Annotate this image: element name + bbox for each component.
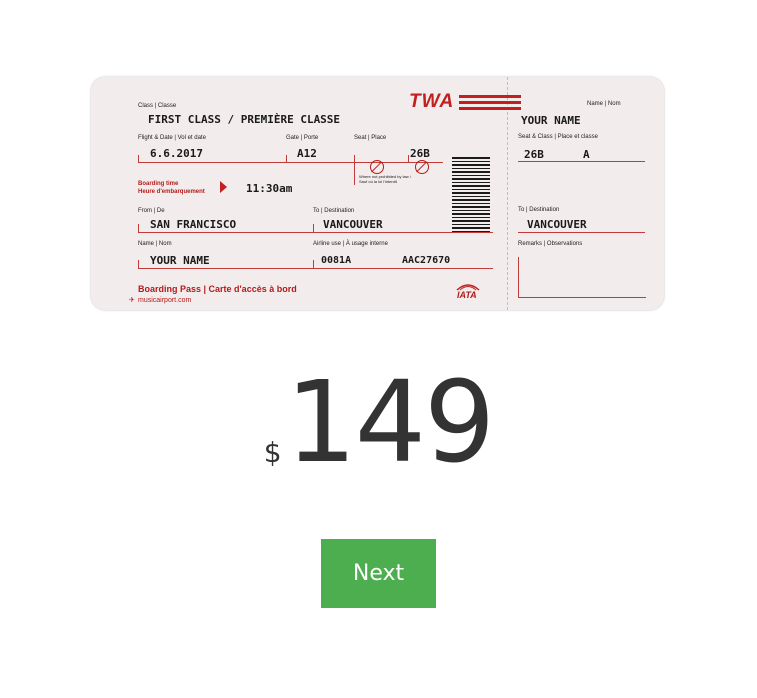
divider [313, 224, 314, 233]
divider [138, 260, 139, 269]
twa-logo: TWA [409, 91, 455, 112]
next-button[interactable]: Next [321, 539, 436, 608]
from-value: SAN FRANCISCO [150, 218, 237, 231]
airline-code-2: AAC27670 [402, 255, 451, 266]
divider [138, 232, 493, 233]
gate-value: A12 [297, 147, 317, 160]
seat-value: 26B [410, 147, 430, 160]
no-phone-icon [415, 160, 429, 174]
divider [138, 224, 139, 233]
stub-to-value: VANCOUVER [527, 218, 587, 231]
divider [354, 155, 355, 185]
no-smoking-icon [370, 160, 384, 174]
seat-label: Seat | Place [354, 135, 387, 141]
airline-code-1: 0081A [321, 255, 352, 266]
divider [138, 268, 493, 269]
arrow-icon [220, 181, 227, 193]
logo-stripe [459, 107, 521, 110]
divider [518, 232, 645, 233]
class-label: Class | Classe [138, 103, 177, 109]
remarks-box [518, 257, 646, 298]
flight-date-value: 6.6.2017 [150, 147, 203, 160]
divider [518, 161, 645, 162]
stub-seat-value: 26B [524, 148, 544, 161]
to-label: To | Destination [313, 208, 355, 214]
gate-label: Gate | Porte [286, 135, 319, 141]
logo-stripe [459, 95, 521, 98]
divider [138, 162, 443, 163]
currency-symbol: $ [263, 436, 282, 469]
stub-name-label: Name | Nom [587, 101, 621, 107]
divider [313, 260, 314, 269]
stub-name-value: YOUR NAME [521, 114, 581, 127]
barcode-image [452, 157, 490, 233]
to-value: VANCOUVER [323, 218, 383, 231]
plane-icon: ✈ [129, 297, 135, 304]
perforation-line [507, 77, 508, 310]
flight-date-label: Flight & Date | Vol et date [138, 135, 206, 141]
price-display: $149 [0, 367, 757, 479]
divider [408, 155, 409, 163]
stub-seat-class-label: Seat & Class | Place et classe [518, 134, 598, 140]
remarks-label: Remarks | Observations [518, 241, 583, 247]
boarding-time-label: Boarding time [138, 181, 179, 187]
website-text: musicairport.com [138, 297, 192, 304]
name-label: Name | Nom [138, 241, 172, 247]
divider [138, 155, 139, 163]
price-amount: 149 [285, 358, 496, 488]
stub-to-label: To | Destination [518, 207, 560, 213]
logo-stripe [459, 101, 521, 104]
boarding-pass-title: Boarding Pass | Carte d'accès à bord [138, 284, 297, 294]
airline-use-label: Airline use | À usage interne [313, 241, 388, 247]
class-value: FIRST CLASS / PREMIÈRE CLASSE [148, 113, 341, 126]
divider [286, 155, 287, 163]
stub-class-value: A [583, 148, 590, 161]
name-value: YOUR NAME [150, 254, 210, 267]
from-label: From | De [138, 208, 165, 214]
boarding-time-label-fr: Heure d'embarquement [138, 189, 205, 195]
iata-text: IATA [457, 290, 477, 300]
boarding-time-value: 11:30am [246, 182, 293, 195]
boarding-pass-ticket: TWA Class | Classe FIRST CLASS / PREMIÈR… [91, 77, 664, 310]
no-smoking-note: Where not prohibited by law / Sauf où la… [359, 174, 411, 184]
